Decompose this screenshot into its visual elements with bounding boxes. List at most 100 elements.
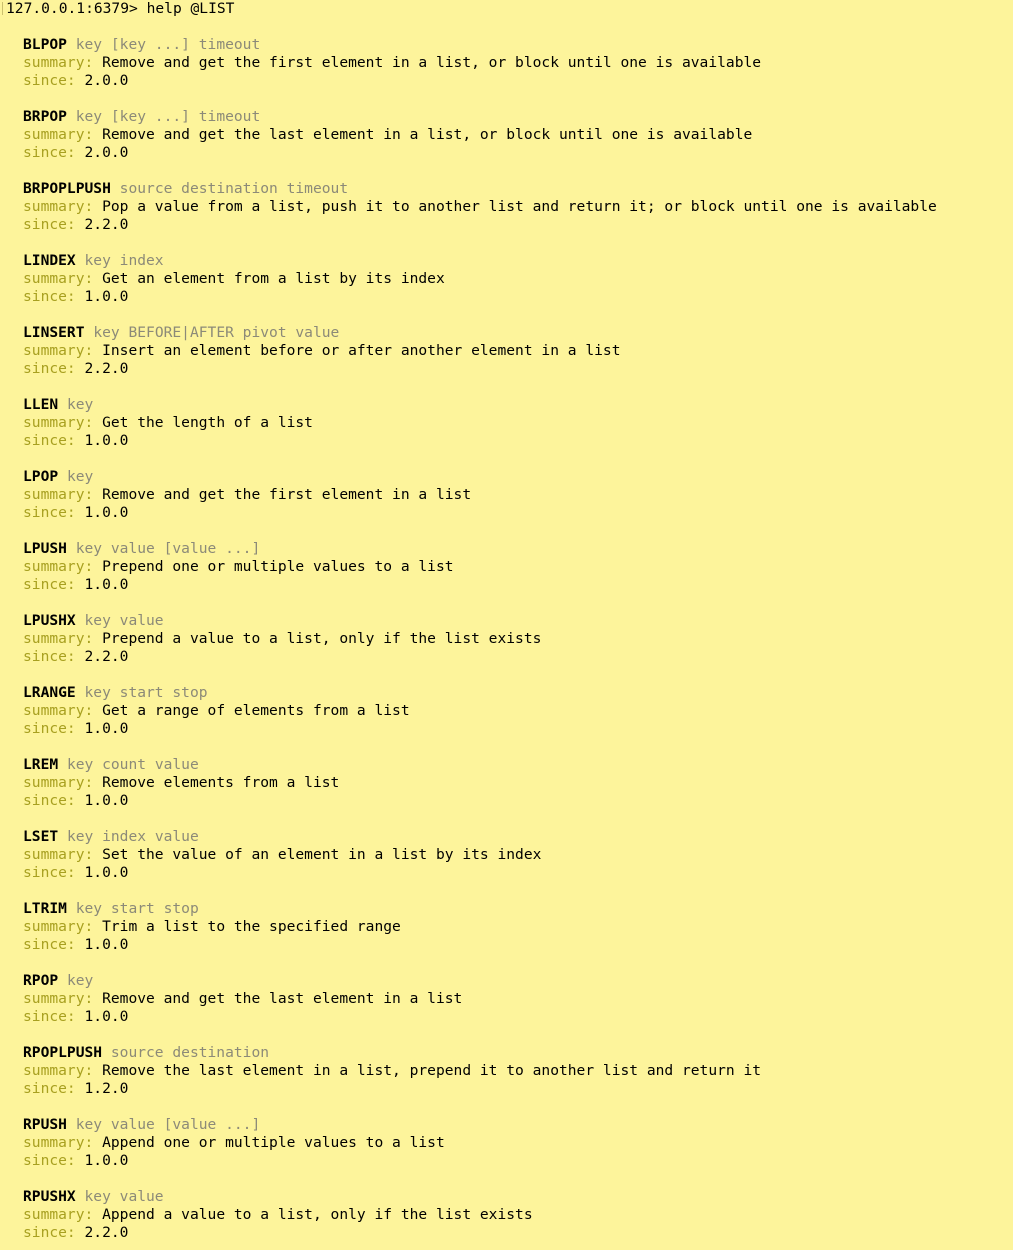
command-header: RPUSHX key value	[23, 1188, 1013, 1206]
since-line: since: 1.0.0	[23, 1008, 1013, 1026]
since-line: since: 1.0.0	[23, 432, 1013, 450]
summary-line: summary: Append one or multiple values t…	[23, 1134, 1013, 1152]
since-line: since: 1.0.0	[23, 936, 1013, 954]
since-line: since: 1.0.0	[23, 576, 1013, 594]
since-version: 1.0.0	[84, 432, 129, 449]
command-entry: RPOP key summary: Remove and get the las…	[2, 972, 1013, 1026]
since-label: since:	[23, 432, 76, 449]
summary-line: summary: Remove and get the first elemen…	[23, 54, 1013, 72]
command-entry: LINDEX key index summary: Get an element…	[2, 252, 1013, 306]
summary-label: summary:	[23, 918, 94, 935]
summary-line: summary: Remove the last element in a li…	[23, 1062, 1013, 1080]
summary-line: summary: Get a range of elements from a …	[23, 702, 1013, 720]
command-help-list: BLPOP key [key ...] timeout summary: Rem…	[2, 36, 1013, 1242]
since-line: since: 1.2.0	[23, 1080, 1013, 1098]
command-args: key [key ...] timeout	[75, 36, 261, 53]
summary-text: Append a value to a list, only if the li…	[102, 1206, 533, 1223]
since-version: 1.0.0	[84, 576, 129, 593]
since-line: since: 1.0.0	[23, 720, 1013, 738]
command-args: key start stop	[75, 900, 199, 917]
command-args: source destination timeout	[119, 180, 349, 197]
since-line: since: 1.0.0	[23, 504, 1013, 522]
command-args: key count value	[66, 756, 199, 773]
summary-label: summary:	[23, 198, 94, 215]
since-label: since:	[23, 792, 76, 809]
summary-text: Get a range of elements from a list	[102, 702, 410, 719]
command-header: BRPOPLPUSH source destination timeout	[23, 180, 1013, 198]
summary-text: Remove and get the last element in a lis…	[102, 990, 463, 1007]
summary-line: summary: Set the value of an element in …	[23, 846, 1013, 864]
summary-label: summary:	[23, 846, 94, 863]
since-version: 1.0.0	[84, 720, 129, 737]
summary-text: Prepend a value to a list, only if the l…	[102, 630, 542, 647]
command-name: LTRIM	[23, 900, 67, 917]
since-line: since: 2.2.0	[23, 216, 1013, 234]
summary-label: summary:	[23, 630, 94, 647]
command-args: key [key ...] timeout	[75, 108, 261, 125]
summary-text: Set the value of an element in a list by…	[102, 846, 542, 863]
command-header: LSET key index value	[23, 828, 1013, 846]
command-args: key value	[84, 612, 164, 629]
since-label: since:	[23, 504, 76, 521]
command-args: key index value	[66, 828, 199, 845]
summary-line: summary: Prepend one or multiple values …	[23, 558, 1013, 576]
command-entry: LLEN key summary: Get the length of a li…	[2, 396, 1013, 450]
command-entry: LTRIM key start stop summary: Trim a lis…	[2, 900, 1013, 954]
command-name: LLEN	[23, 396, 59, 413]
command-header: RPOP key	[23, 972, 1013, 990]
since-line: since: 2.0.0	[23, 72, 1013, 90]
summary-text: Remove and get the first element in a li…	[102, 486, 472, 503]
command-args: key value	[84, 1188, 164, 1205]
command-name: LINDEX	[23, 252, 76, 269]
since-line: since: 1.0.0	[23, 792, 1013, 810]
since-label: since:	[23, 720, 76, 737]
since-label: since:	[23, 216, 76, 233]
since-line: since: 1.0.0	[23, 864, 1013, 882]
prompt-host: 127.0.0.1:6379>	[6, 0, 138, 17]
summary-line: summary: Insert an element before or aft…	[23, 342, 1013, 360]
since-version: 1.0.0	[84, 792, 129, 809]
since-version: 1.0.0	[84, 864, 129, 881]
summary-label: summary:	[23, 486, 94, 503]
command-name: BRPOPLPUSH	[23, 180, 111, 197]
summary-text: Append one or multiple values to a list	[102, 1134, 445, 1151]
command-header: LPUSH key value [value ...]	[23, 540, 1013, 558]
summary-label: summary:	[23, 1134, 94, 1151]
command-entry: RPOPLPUSH source destination summary: Re…	[2, 1044, 1013, 1098]
summary-line: summary: Remove and get the last element…	[23, 126, 1013, 144]
summary-text: Pop a value from a list, push it to anot…	[102, 198, 937, 215]
command-name: LRANGE	[23, 684, 76, 701]
command-args: key	[66, 468, 94, 485]
command-args: key	[66, 972, 94, 989]
since-line: since: 1.0.0	[23, 288, 1013, 306]
since-version: 1.2.0	[84, 1080, 129, 1097]
command-name: RPUSHX	[23, 1188, 76, 1205]
command-args: source destination	[110, 1044, 270, 1061]
summary-line: summary: Remove and get the last element…	[23, 990, 1013, 1008]
command-entry: LRANGE key start stop summary: Get a ran…	[2, 684, 1013, 738]
since-label: since:	[23, 1224, 76, 1241]
command-header: LPUSHX key value	[23, 612, 1013, 630]
since-version: 2.2.0	[84, 648, 129, 665]
command-entry: BRPOP key [key ...] timeout summary: Rem…	[2, 108, 1013, 162]
command-args: key value [value ...]	[75, 540, 261, 557]
command-entry: LINSERT key BEFORE|AFTER pivot value sum…	[2, 324, 1013, 378]
summary-line: summary: Append a value to a list, only …	[23, 1206, 1013, 1224]
command-entry: LPUSH key value [value ...] summary: Pre…	[2, 540, 1013, 594]
command-header: LPOP key	[23, 468, 1013, 486]
since-version: 2.2.0	[84, 216, 129, 233]
command-entry: BRPOPLPUSH source destination timeout su…	[2, 180, 1013, 234]
command-header: LLEN key	[23, 396, 1013, 414]
command-name: LPUSH	[23, 540, 67, 557]
command-name: LINSERT	[23, 324, 85, 341]
command-header: LINDEX key index	[23, 252, 1013, 270]
summary-text: Get the length of a list	[102, 414, 313, 431]
terminal-window[interactable]: 127.0.0.1:6379> help @LIST BLPOP key [ke…	[0, 0, 1013, 1250]
summary-text: Get an element from a list by its index	[102, 270, 445, 287]
prompt-command[interactable]: help @LIST	[147, 0, 235, 17]
command-name: BLPOP	[23, 36, 67, 53]
cursor-marker-icon	[2, 2, 5, 15]
command-name: RPUSH	[23, 1116, 67, 1133]
command-name: LREM	[23, 756, 59, 773]
since-version: 2.0.0	[84, 144, 129, 161]
